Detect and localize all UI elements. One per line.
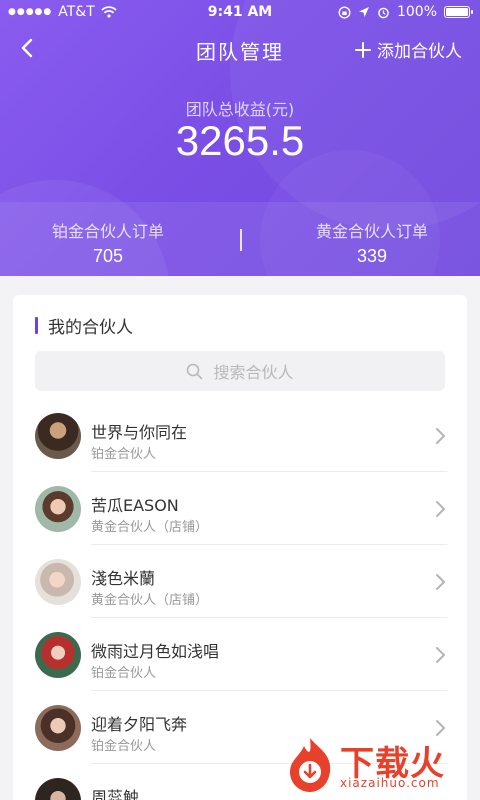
status-bar: ●●●●● AT&T 9:41 AM 100% (0, 0, 480, 24)
search-placeholder: 搜索合伙人 (213, 363, 294, 382)
partner-name: 淺色米蘭 (91, 569, 156, 588)
chevron-right-icon (436, 574, 446, 590)
avatar (35, 778, 81, 800)
list-item[interactable]: 苦瓜EASON 黄金合伙人（店铺） (13, 472, 467, 545)
avatar (35, 413, 81, 459)
alarm-icon (378, 7, 389, 18)
avatar (35, 705, 81, 751)
partner-role: 铂金合伙人 (91, 666, 157, 681)
partner-name: 微雨过月色如浅唱 (91, 642, 220, 661)
partner-role: 黄金合伙人（店铺） (91, 520, 209, 535)
partner-role: 铂金合伙人 (91, 447, 157, 462)
partner-name: 迎着夕阳飞奔 (91, 715, 188, 734)
partner-name: 世界与你同在 (91, 423, 188, 442)
location-icon (358, 7, 369, 17)
accent-bar (35, 317, 38, 334)
platinum-orders-label: 铂金合伙人订单 (51, 222, 164, 241)
nav-bar: 团队管理 添加合伙人 (0, 28, 480, 68)
gold-orders-label: 黄金合伙人订单 (315, 222, 428, 241)
partners-card: 我的合伙人 搜索合伙人 世界与你同在 铂金合伙人 苦瓜EASON 黄金合伙人（店… (13, 295, 467, 800)
watermark-logo: 下载火 xiazaihuo.com (282, 734, 472, 796)
partner-name: 周蕊触 (91, 788, 140, 800)
battery-percent: 100% (396, 4, 437, 20)
section-header: 我的合伙人 (35, 313, 133, 338)
platinum-orders-value: 705 (92, 246, 124, 266)
add-partner-button[interactable]: 添加合伙人 (355, 37, 462, 62)
earnings-value: 3265.5 (175, 117, 305, 164)
battery-level (446, 8, 468, 16)
partner-name: 苦瓜EASON (91, 496, 179, 515)
platinum-orders-stat[interactable]: 铂金合伙人订单 705 (0, 218, 228, 267)
flame-logo-icon (290, 738, 331, 792)
avatar (35, 486, 81, 532)
avatar (35, 559, 81, 605)
list-item[interactable]: 淺色米蘭 黄金合伙人（店铺） (13, 545, 467, 618)
add-partner-label: 添加合伙人 (377, 42, 462, 62)
search-input[interactable]: 搜索合伙人 (35, 351, 445, 391)
gold-orders-value: 339 (356, 246, 388, 266)
chevron-right-icon (436, 501, 446, 517)
partner-role: 铂金合伙人 (91, 739, 157, 754)
search-icon (187, 363, 203, 379)
rotation-lock-icon (338, 5, 351, 19)
stats-divider (240, 229, 242, 251)
chevron-right-icon (436, 647, 446, 663)
gold-orders-stat[interactable]: 黄金合伙人订单 339 (252, 218, 480, 267)
plus-icon (355, 41, 371, 58)
battery-icon (444, 6, 473, 18)
list-item[interactable]: 世界与你同在 铂金合伙人 (13, 399, 467, 472)
avatar (35, 632, 81, 678)
section-title: 我的合伙人 (48, 318, 133, 338)
list-item[interactable]: 微雨过月色如浅唱 铂金合伙人 (13, 618, 467, 691)
header-banner: ●●●●● AT&T 9:41 AM 100% 团队管理 添加合伙人 团队总收益… (0, 0, 480, 276)
partner-role: 黄金合伙人（店铺） (91, 593, 209, 608)
chevron-right-icon (436, 428, 446, 444)
watermark-url: xiazaihuo.com (340, 776, 440, 790)
